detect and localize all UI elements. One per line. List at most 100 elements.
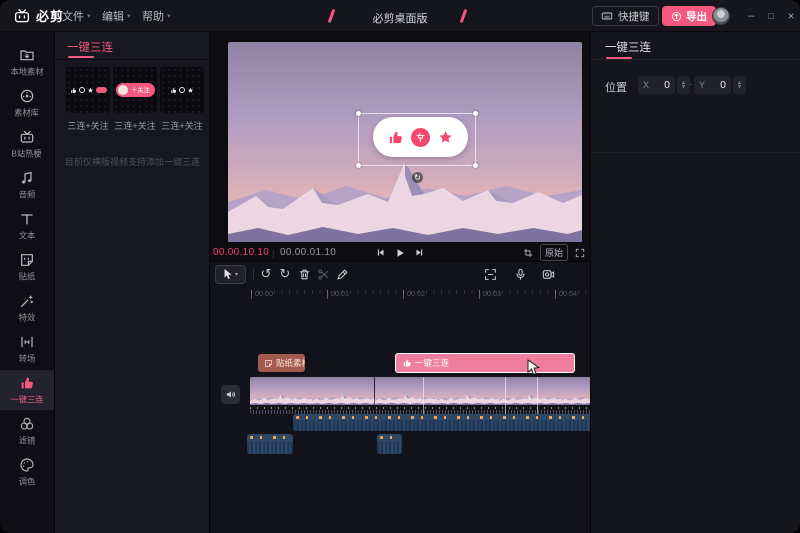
sanlian-clip-selected[interactable]: 一键三连 xyxy=(395,353,575,373)
cursor-icon xyxy=(223,269,233,280)
sidebar-item-filter[interactable]: 滤镜 xyxy=(0,411,54,451)
coin-icon xyxy=(79,87,85,93)
rotate-handle[interactable]: ↻ xyxy=(412,172,423,183)
thumbs-up-icon xyxy=(170,87,177,94)
coin-icon xyxy=(179,87,185,93)
microphone-icon xyxy=(514,268,527,281)
step-down-icon[interactable]: ▼ xyxy=(737,85,742,89)
marker-button[interactable] xyxy=(334,266,350,282)
properties-tab[interactable]: 一键三连 xyxy=(605,39,651,55)
split-clip-button[interactable] xyxy=(315,266,331,282)
transition-icon xyxy=(19,334,35,350)
tab-underline xyxy=(68,56,94,58)
menu-help[interactable]: 帮助▾ xyxy=(142,0,171,32)
sidebar-item-sticker[interactable]: 贴纸 xyxy=(0,247,54,287)
resize-handle[interactable] xyxy=(473,111,478,116)
crop-icon[interactable] xyxy=(523,248,533,258)
left-panel-tabrow: 一键三连 xyxy=(55,32,209,60)
sidebar-item-audio[interactable]: 音频 xyxy=(0,165,54,205)
next-frame-button[interactable] xyxy=(415,248,424,257)
user-avatar[interactable] xyxy=(712,7,730,25)
card-label: 三连+关注 xyxy=(161,118,203,131)
maximize-button[interactable]: □ xyxy=(762,0,780,32)
sidebar-item-sanlian[interactable]: 一键三连 xyxy=(0,370,54,410)
play-button[interactable] xyxy=(395,248,405,258)
current-timecode: 00.00.10.10 xyxy=(213,247,269,258)
sticker-clip[interactable]: 贴纸素材 xyxy=(258,354,305,372)
select-tool-button[interactable]: ▾ xyxy=(215,265,246,284)
thumbs-up-icon xyxy=(70,87,77,94)
card-preview xyxy=(160,67,204,113)
pen-icon xyxy=(336,268,349,281)
compass-icon xyxy=(19,88,35,104)
minimize-button[interactable]: – xyxy=(742,0,760,32)
sidebar-item-effects[interactable]: 特效 xyxy=(0,288,54,328)
ruler-label: 00:00 xyxy=(255,289,273,297)
undo-button[interactable]: ↺ xyxy=(258,266,274,282)
smart-recognition-button[interactable] xyxy=(482,266,498,282)
track-mute-button[interactable] xyxy=(221,385,240,404)
record-voice-button[interactable] xyxy=(512,266,528,282)
audio-clip[interactable] xyxy=(293,414,637,431)
app-window: 必剪 文件▾ 编辑▾ 帮助▾ 必剪桌面版 快捷键 导出 – □ × xyxy=(0,0,800,533)
selection-box[interactable]: ↻ xyxy=(358,113,476,166)
sidebar-item-local-media[interactable]: 本地素材 xyxy=(0,42,54,82)
record-screen-button[interactable] xyxy=(540,266,556,282)
menu-file[interactable]: 文件▾ xyxy=(62,0,91,32)
title-slash-left xyxy=(328,9,336,23)
export-button[interactable]: 导出 xyxy=(662,6,716,26)
tab-underline xyxy=(606,57,632,59)
sidebar-item-color[interactable]: 调色 xyxy=(0,452,54,492)
shortcut-button[interactable]: 快捷键 xyxy=(592,6,659,26)
resize-handle[interactable] xyxy=(473,163,478,168)
timecode-divider: | xyxy=(272,248,274,258)
clip-boundary xyxy=(505,377,506,414)
y-stepper[interactable]: ▲▼ xyxy=(733,76,746,94)
card-label: 三连+关注 xyxy=(114,118,156,131)
redo-button[interactable]: ↻ xyxy=(277,266,293,282)
ruler-label: 00:02 xyxy=(407,289,425,297)
position-x-input[interactable]: X 0 xyxy=(638,76,675,94)
topbar: 必剪 文件▾ 编辑▾ 帮助▾ 必剪桌面版 快捷键 导出 – □ × xyxy=(0,0,800,32)
mouse-cursor xyxy=(527,359,540,376)
resize-handle[interactable] xyxy=(356,111,361,116)
ruler-label: 00:03 xyxy=(483,289,501,297)
menu-edit[interactable]: 编辑▾ xyxy=(102,0,131,32)
panel-divider xyxy=(591,152,800,153)
chevron-down-icon: ▾ xyxy=(167,12,171,20)
clip-boundary xyxy=(537,377,538,414)
sidebar-item-library[interactable]: 素材库 xyxy=(0,83,54,123)
speaker-icon xyxy=(225,389,236,400)
ruler-label: 00:04 xyxy=(559,289,577,297)
sanlian-card-1[interactable] xyxy=(66,67,110,113)
sanlian-card-2[interactable]: ＋关注 xyxy=(113,67,157,113)
sidebar: 本地素材 素材库 B站热梗 音频 文本 贴纸 特效 转场 xyxy=(0,32,55,533)
sidebar-item-transition[interactable]: 转场 xyxy=(0,329,54,369)
step-down-icon[interactable]: ▼ xyxy=(681,85,686,89)
position-y-input[interactable]: Y 0 xyxy=(694,76,731,94)
card-preview: ＋关注 xyxy=(113,67,157,113)
video-canvas[interactable]: ↻ xyxy=(228,42,582,242)
tv-icon xyxy=(19,129,35,145)
left-panel-tab[interactable]: 一键三连 xyxy=(67,39,113,55)
audio-clip[interactable] xyxy=(247,434,293,454)
xy-separator: - xyxy=(689,79,692,89)
left-panel: 一键三连 ＋关注 xyxy=(55,32,210,533)
logo-icon xyxy=(13,7,31,25)
sidebar-item-text[interactable]: 文本 xyxy=(0,206,54,246)
sidebar-item-b-trends[interactable]: B站热梗 xyxy=(0,124,54,164)
resize-handle[interactable] xyxy=(356,163,361,168)
delete-button[interactable] xyxy=(296,266,312,282)
fullscreen-icon[interactable] xyxy=(575,248,585,258)
close-button[interactable]: × xyxy=(782,0,800,32)
chevron-down-icon: ▾ xyxy=(235,271,238,278)
upload-icon xyxy=(671,11,682,22)
original-size-button[interactable]: 原始 xyxy=(540,244,568,261)
trash-icon xyxy=(298,268,311,281)
sanlian-card-3[interactable] xyxy=(160,67,204,113)
sticker-icon xyxy=(264,359,273,368)
avatar-icon xyxy=(118,85,128,95)
audio-clip[interactable] xyxy=(377,434,402,454)
keyboard-icon xyxy=(601,10,613,22)
previous-frame-button[interactable] xyxy=(376,248,385,257)
